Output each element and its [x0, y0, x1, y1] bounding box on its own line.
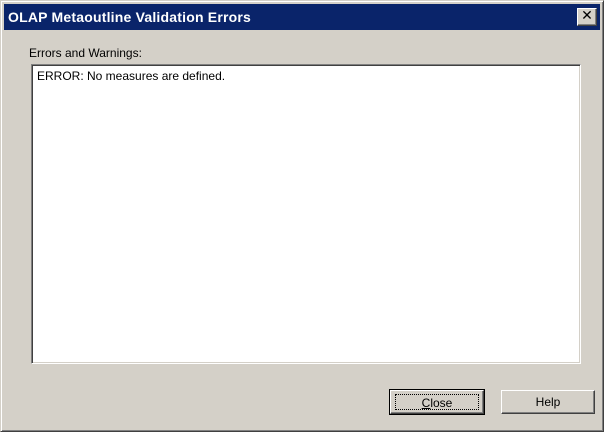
title-bar[interactable]: OLAP Metaoutline Validation Errors ✕ — [4, 4, 600, 30]
close-window-icon[interactable]: ✕ — [577, 8, 597, 26]
window-title: OLAP Metaoutline Validation Errors — [8, 9, 252, 25]
help-button-label: Help — [535, 395, 561, 409]
validation-errors-dialog: OLAP Metaoutline Validation Errors ✕ Err… — [0, 0, 604, 432]
close-button[interactable]: Close — [389, 389, 485, 415]
errors-warnings-label: Errors and Warnings: — [29, 46, 142, 60]
errors-list[interactable]: ERROR: No measures are defined. — [31, 64, 581, 364]
close-button-label: Close — [395, 394, 479, 410]
help-button[interactable]: Help — [501, 390, 595, 414]
list-item: ERROR: No measures are defined. — [37, 69, 226, 83]
